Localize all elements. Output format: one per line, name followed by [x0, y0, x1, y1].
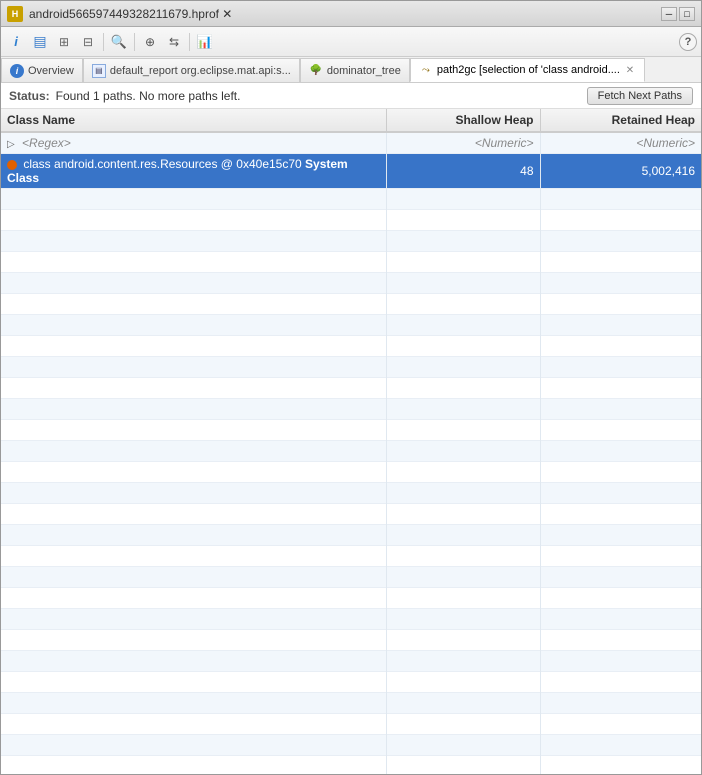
search-icon: 🔍: [111, 34, 127, 50]
table-header-row: Class Name Shallow Heap Retained Heap: [1, 109, 701, 132]
cell-retained-heap-selected: 5,002,416: [540, 154, 701, 189]
table-container: Class Name Shallow Heap Retained Heap ▷ …: [1, 109, 701, 774]
table-row[interactable]: ▷ <Regex> <Numeric> <Numeric>: [1, 132, 701, 154]
table-row: [1, 231, 701, 252]
table-row: [1, 609, 701, 630]
help-button[interactable]: ?: [679, 33, 697, 51]
tab-overview[interactable]: i Overview: [1, 58, 83, 82]
table-row: [1, 567, 701, 588]
table-row: [1, 714, 701, 735]
table-row: [1, 294, 701, 315]
reports-button[interactable]: 📊: [194, 31, 216, 53]
separator-1: [103, 33, 104, 51]
tab-tree-icon: 🌳: [309, 64, 323, 78]
column-header-shallow-heap: Shallow Heap: [386, 109, 540, 132]
inspector-icon: ⊟: [83, 35, 93, 49]
status-left: Status: Found 1 paths. No more paths lef…: [9, 89, 240, 103]
title-bar-controls: ─ □: [661, 7, 695, 21]
cell-shallow-heap-selected: 48: [386, 154, 540, 189]
class-name-prefix: class android.content.res.Resources @ 0x…: [23, 157, 305, 171]
tab-default-report[interactable]: ▤ default_report org.eclipse.mat.api:s..…: [83, 58, 300, 82]
table-body: ▷ <Regex> <Numeric> <Numeric> class andr…: [1, 132, 701, 774]
column-header-retained-heap: Retained Heap: [540, 109, 701, 132]
snapshot-icon: ⊕: [145, 35, 155, 49]
table-row: [1, 273, 701, 294]
table-row: [1, 546, 701, 567]
table-row: [1, 672, 701, 693]
status-message: Found 1 paths. No more paths left.: [56, 89, 241, 103]
window-title: android566597449328211679.hprof ✕: [29, 7, 232, 21]
separator-3: [189, 33, 190, 51]
info-icon: i: [14, 34, 18, 49]
table-row: [1, 399, 701, 420]
tab-report-icon: ▤: [92, 64, 106, 78]
status-label: Status:: [9, 89, 50, 103]
tab-path-label: path2gc [selection of 'class android....: [437, 64, 620, 76]
table-row: [1, 756, 701, 775]
toolbar: i ▤ ⊞ ⊟ 🔍 ⊕ ⇆ 📊 ?: [1, 27, 701, 57]
table-row: [1, 252, 701, 273]
data-table: Class Name Shallow Heap Retained Heap ▷ …: [1, 109, 701, 774]
cell-class-name-selected: class android.content.res.Resources @ 0x…: [1, 154, 386, 189]
table-row: [1, 357, 701, 378]
title-bar-left: H android566597449328211679.hprof ✕: [7, 6, 232, 22]
title-bar: H android566597449328211679.hprof ✕ ─ □: [1, 1, 701, 27]
reports-icon: 📊: [197, 34, 213, 50]
table-row: [1, 189, 701, 210]
separator-2: [134, 33, 135, 51]
objects-icon: ⊞: [59, 35, 69, 49]
histogram-icon: ▤: [33, 33, 46, 50]
table-row: [1, 315, 701, 336]
tab-overview-label: Overview: [28, 65, 74, 77]
fetch-next-paths-button[interactable]: Fetch Next Paths: [587, 87, 693, 105]
objects-button[interactable]: ⊞: [53, 31, 75, 53]
regex-shallow: <Numeric>: [475, 136, 534, 150]
class-icon: [7, 160, 17, 170]
table-row: [1, 693, 701, 714]
table-row: [1, 336, 701, 357]
regex-expand-icon: ▷: [7, 139, 15, 150]
table-row: [1, 504, 701, 525]
table-row: [1, 462, 701, 483]
main-window: H android566597449328211679.hprof ✕ ─ □ …: [0, 0, 702, 775]
tab-dominator-tree[interactable]: 🌳 dominator_tree: [300, 58, 410, 82]
tab-path-close[interactable]: ✕: [624, 64, 636, 76]
window-icon: H: [7, 6, 23, 22]
column-header-class-name: Class Name: [1, 109, 386, 132]
table-row: [1, 735, 701, 756]
table-row: [1, 483, 701, 504]
table-row[interactable]: class android.content.res.Resources @ 0x…: [1, 154, 701, 189]
inspector-button[interactable]: ⊟: [77, 31, 99, 53]
table-row: [1, 210, 701, 231]
table-row: [1, 588, 701, 609]
histogram-button[interactable]: ▤: [29, 31, 51, 53]
table-row: [1, 420, 701, 441]
status-bar: Status: Found 1 paths. No more paths lef…: [1, 83, 701, 109]
cell-class-name: ▷ <Regex>: [1, 132, 386, 154]
table-row: [1, 630, 701, 651]
tab-path-icon: ⤳: [419, 63, 433, 77]
cell-retained-heap: <Numeric>: [540, 132, 701, 154]
tab-overview-icon: i: [10, 64, 24, 78]
regex-label: <Regex>: [22, 136, 71, 150]
table-row: [1, 441, 701, 462]
snapshot-button[interactable]: ⊕: [139, 31, 161, 53]
tab-tree-label: dominator_tree: [327, 65, 401, 77]
tab-path2gc[interactable]: ⤳ path2gc [selection of 'class android..…: [410, 58, 645, 82]
minimize-button[interactable]: ─: [661, 7, 677, 21]
tab-bar: i Overview ▤ default_report org.eclipse.…: [1, 57, 701, 83]
tab-report-label: default_report org.eclipse.mat.api:s...: [110, 65, 291, 77]
search-button[interactable]: 🔍: [108, 31, 130, 53]
regex-retained: <Numeric>: [636, 136, 695, 150]
table-row: [1, 651, 701, 672]
compare-button[interactable]: ⇆: [163, 31, 185, 53]
maximize-button[interactable]: □: [679, 7, 695, 21]
compare-icon: ⇆: [169, 35, 179, 49]
cell-shallow-heap: <Numeric>: [386, 132, 540, 154]
table-row: [1, 525, 701, 546]
table-row: [1, 378, 701, 399]
info-button[interactable]: i: [5, 31, 27, 53]
